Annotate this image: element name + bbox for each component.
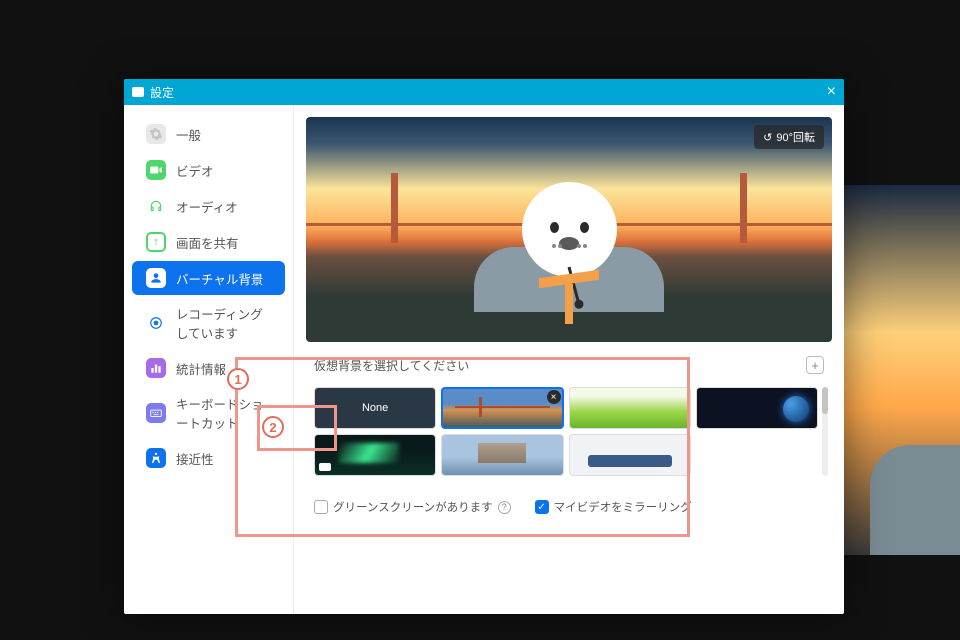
thumb-scrollbar[interactable]: [822, 387, 828, 476]
sidebar-item-label: レコーディングしています: [176, 304, 271, 342]
sidebar-item-share-screen[interactable]: 画面を共有: [132, 225, 285, 259]
rotate-label: 90°回転: [776, 129, 815, 145]
sidebar-item-label: 接近性: [176, 449, 214, 468]
gear-icon: [146, 124, 166, 144]
window-title: 設定: [150, 84, 174, 101]
sidebar-item-label: オーディオ: [176, 197, 238, 216]
sidebar-item-label: 統計情報: [176, 359, 226, 378]
backdrop-person: [870, 445, 960, 555]
sidebar-item-label: ビデオ: [176, 161, 214, 180]
sidebar-item-label: バーチャル背景: [176, 269, 263, 288]
title-bar: 設定 ×: [124, 79, 844, 105]
add-background-button[interactable]: +: [806, 356, 824, 374]
annotation-step-1: 1: [227, 368, 249, 390]
close-icon[interactable]: ×: [827, 83, 836, 101]
keyboard-icon: [146, 403, 166, 423]
sidebar-item-virtual-background[interactable]: バーチャル背景: [132, 261, 285, 295]
video-icon: [146, 160, 166, 180]
stats-icon: [146, 358, 166, 378]
sidebar-item-audio[interactable]: オーディオ: [132, 189, 285, 223]
app-icon: [132, 87, 144, 97]
sidebar-item-label: 一般: [176, 125, 201, 144]
annotation-step-2: 2: [262, 416, 284, 438]
rotate-button[interactable]: ↺ 90°回転: [754, 125, 824, 149]
headphones-icon: [146, 196, 166, 216]
rotate-icon: ↺: [763, 131, 772, 144]
recording-icon: [146, 313, 166, 333]
background-thumb-earth[interactable]: [696, 387, 818, 429]
share-screen-icon: [146, 232, 166, 252]
sidebar-item-general[interactable]: 一般: [132, 117, 285, 151]
accessibility-icon: [146, 448, 166, 468]
person-graphic: [474, 182, 664, 342]
sidebar-item-recording[interactable]: レコーディングしています: [132, 297, 285, 349]
video-preview: ↺ 90°回転: [306, 117, 832, 342]
person-icon: [146, 268, 166, 288]
sidebar-item-label: 画面を共有: [176, 233, 239, 252]
sidebar-item-video[interactable]: ビデオ: [132, 153, 285, 187]
